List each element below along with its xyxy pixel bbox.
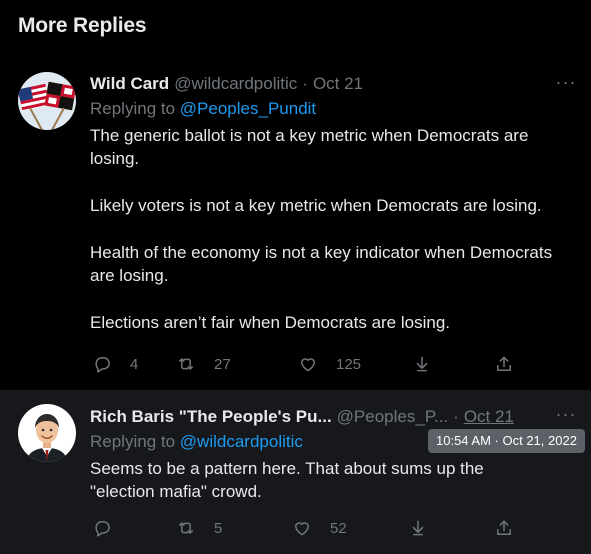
share-icon [497, 520, 511, 535]
tweet-actions: 4 27 125 [90, 354, 530, 378]
like-button[interactable]: 125 [298, 354, 361, 374]
replying-to: Replying to @Peoples_Pundit [90, 99, 316, 119]
separator-dot: · [453, 407, 459, 426]
tweet[interactable]: Rich Baris "The People's Pu... @Peoples_… [0, 390, 591, 554]
avatar[interactable] [18, 72, 76, 130]
tweet-paragraph: Likely voters is not a key metric when D… [90, 196, 542, 215]
bookmark-button[interactable] [412, 354, 432, 374]
reply-icon [95, 357, 110, 373]
replying-prefix: Replying to [90, 432, 176, 451]
reply-button[interactable]: 4 [92, 354, 138, 374]
reply-button[interactable] [92, 518, 130, 538]
user-handle[interactable]: @wildcardpolitic [174, 74, 297, 94]
share-button[interactable] [494, 518, 514, 538]
like-button[interactable]: 52 [292, 518, 347, 538]
replying-mention[interactable]: @Peoples_Pundit [180, 99, 316, 118]
tweet[interactable]: Wild Card @wildcardpolitic · Oct 21 ··· … [0, 64, 591, 390]
replying-mention[interactable]: @wildcardpolitic [180, 432, 303, 451]
user-handle[interactable]: @Peoples_P... [337, 407, 448, 427]
more-options-button[interactable]: ··· [555, 404, 577, 428]
share-icon [497, 356, 511, 371]
tweet-date[interactable]: Oct 21 [464, 407, 514, 427]
more-horizontal-icon: ··· [555, 404, 577, 424]
heart-icon [301, 358, 315, 372]
retweet-count: 5 [214, 519, 223, 537]
share-button[interactable] [494, 354, 514, 374]
timestamp-tooltip: 10:54 AM · Oct 21, 2022 [428, 429, 585, 453]
retweet-count: 27 [214, 355, 231, 373]
tweet-actions: 5 52 [90, 518, 530, 542]
display-name[interactable]: Wild Card [90, 74, 169, 94]
like-count: 125 [336, 355, 362, 373]
tweet-paragraph: Health of the economy is not a key indic… [90, 243, 553, 285]
bookmark-icon [412, 520, 424, 536]
replying-prefix: Replying to [90, 99, 176, 118]
retweet-icon [179, 522, 193, 534]
reply-count: 4 [130, 355, 139, 373]
like-count: 52 [330, 519, 347, 537]
display-name[interactable]: Rich Baris "The People's Pu... [90, 407, 332, 427]
tweet-text: Seems to be a pattern here. That about s… [90, 457, 530, 503]
tweet-paragraph: The generic ballot is not a key metric w… [90, 126, 529, 168]
bookmark-button[interactable] [408, 518, 428, 538]
more-options-button[interactable]: ··· [555, 72, 577, 96]
bookmark-icon [416, 356, 428, 372]
retweet-button[interactable]: 27 [176, 354, 231, 374]
reply-icon [95, 521, 110, 537]
separator-dot: · [302, 74, 308, 93]
tweet-paragraph: Elections aren’t fair when Democrats are… [90, 313, 450, 332]
tweet-paragraph: Seems to be a pattern here. That about s… [90, 459, 484, 501]
retweet-icon [179, 358, 193, 370]
tweet-header: Wild Card @wildcardpolitic · Oct 21 [90, 73, 363, 95]
replying-to: Replying to @wildcardpolitic [90, 432, 303, 452]
avatar[interactable] [18, 404, 76, 462]
more-horizontal-icon: ··· [555, 72, 577, 92]
retweet-button[interactable]: 5 [176, 518, 222, 538]
tweet-header: Rich Baris "The People's Pu... @Peoples_… [90, 406, 514, 428]
tweet-text: The generic ballot is not a key metric w… [90, 124, 570, 334]
section-title: More Replies [18, 14, 147, 37]
tweet-date[interactable]: Oct 21 [313, 74, 363, 94]
heart-icon [295, 522, 309, 536]
